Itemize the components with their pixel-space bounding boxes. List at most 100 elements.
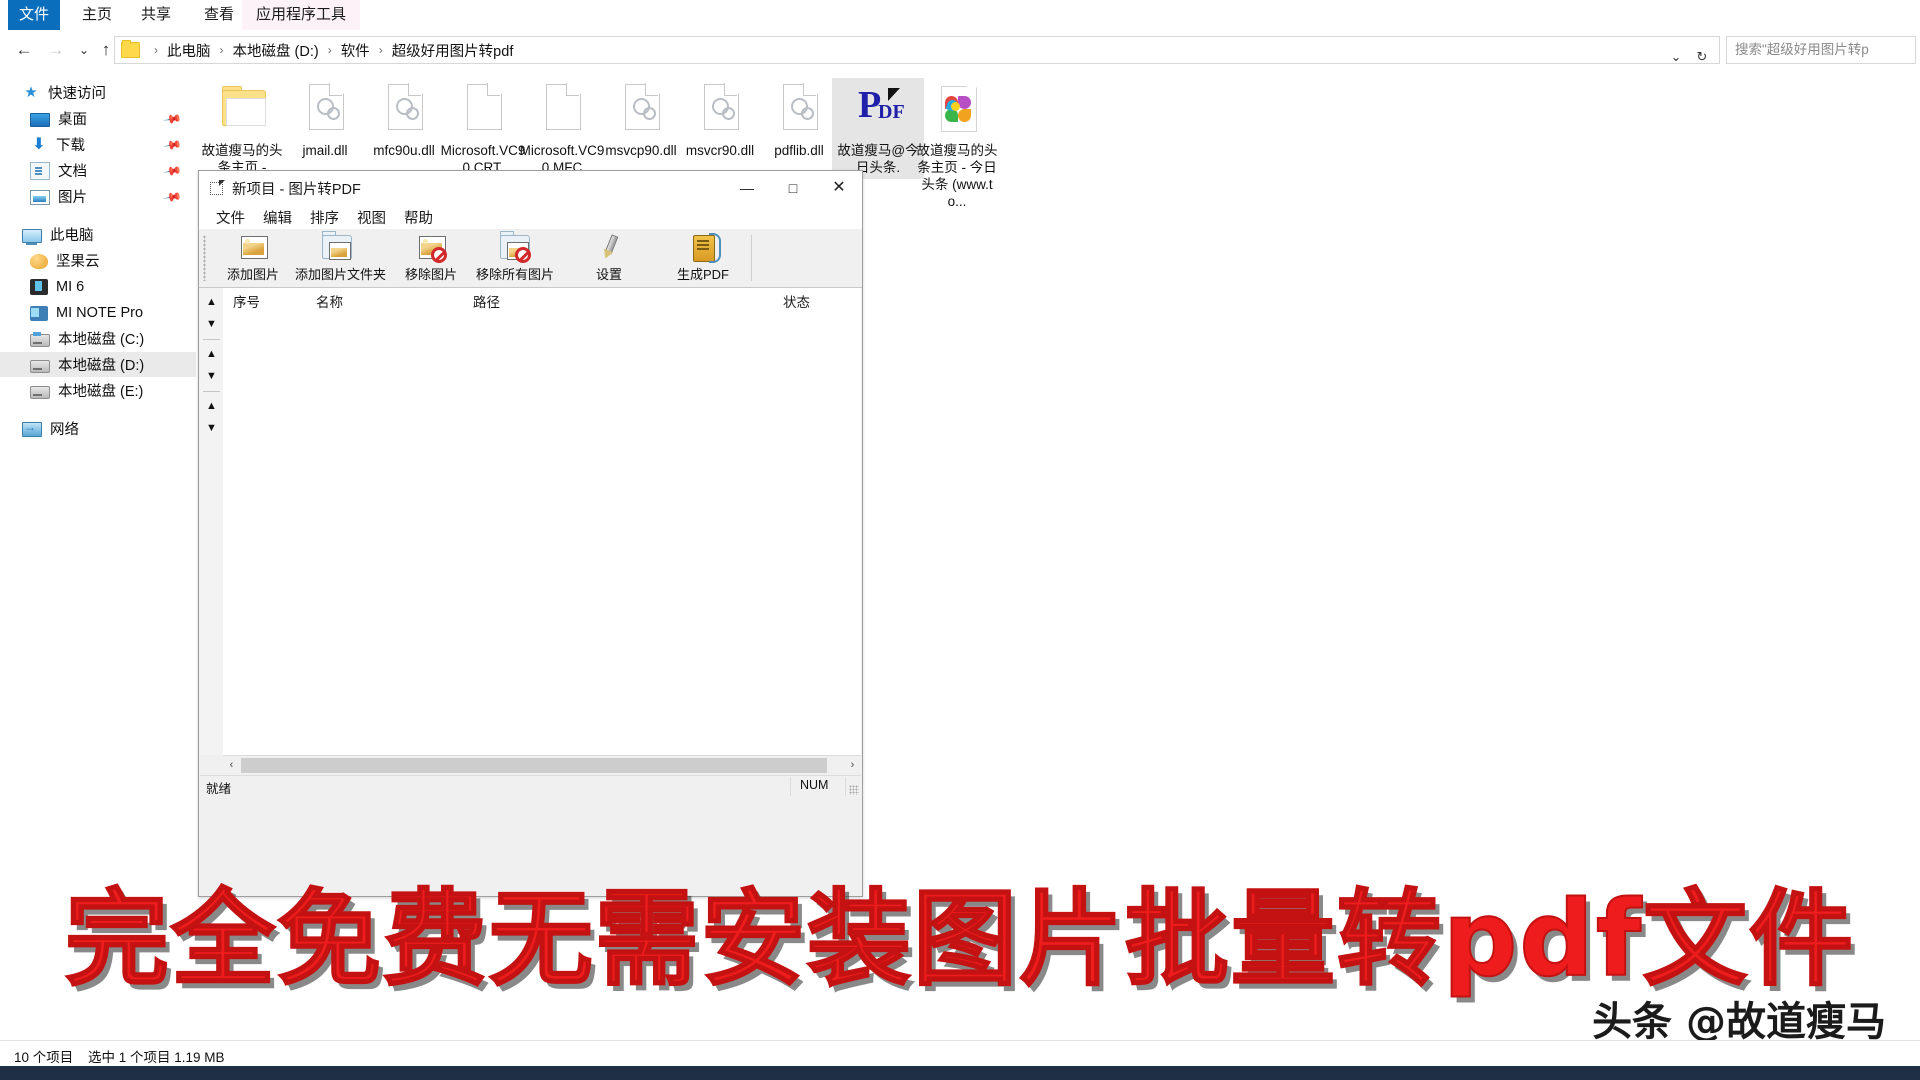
sidebar-item-documents[interactable]: 文档 📌 xyxy=(0,158,196,183)
column-index[interactable]: 序号 xyxy=(233,291,260,311)
desktop-icon xyxy=(30,113,50,127)
headline-overlay: 完全免费无需安装图片批量转pdf文件 xyxy=(64,878,1856,1000)
move-up-step-icon[interactable]: ▲ xyxy=(202,344,221,365)
file-name: jmail.dll xyxy=(302,143,348,158)
column-status[interactable]: 状态 xyxy=(783,291,810,311)
sidebar-item-nutstore[interactable]: 坚果云 xyxy=(0,248,196,273)
sidebar-item-network[interactable]: 网络 xyxy=(0,416,196,441)
move-down-step-icon[interactable]: ▼ xyxy=(202,366,221,387)
chevron-down-icon[interactable]: ⌄ xyxy=(1663,44,1689,70)
menu-item-edit[interactable]: 编辑 xyxy=(254,207,301,228)
pin-icon: 📌 xyxy=(162,134,183,156)
order-buttons-strip: ▲ ▼ ▲ ▼ ▲ ▼ xyxy=(200,288,224,755)
toolbar-grip[interactable] xyxy=(203,235,206,281)
image-list-body[interactable] xyxy=(223,312,861,755)
generate-pdf-button[interactable]: 生成PDF xyxy=(661,233,745,283)
breadcrumb-item-2[interactable]: 软件 xyxy=(339,40,372,61)
close-button[interactable]: ✕ xyxy=(816,171,862,205)
num-lock-indicator: NUM xyxy=(800,778,829,792)
file-name: 故道瘦马的头条主页 - 今日头条 (www.to... xyxy=(916,143,998,209)
address-bar: ← → ⌄ ↑ › 此电脑 › 本地磁盘 (D:) › 软件 › 超级好用图片转… xyxy=(0,30,1920,70)
dll-icon xyxy=(613,82,669,138)
pin-icon: 📌 xyxy=(162,186,183,208)
recent-locations-icon[interactable]: ⌄ xyxy=(72,38,96,62)
blank-file-icon xyxy=(455,82,511,138)
breadcrumb-separator-1: › xyxy=(219,43,224,57)
column-name[interactable]: 名称 xyxy=(316,291,343,311)
selection-info: 选中 1 个项目 1.19 MB xyxy=(88,1050,225,1065)
pinwheel-image-icon xyxy=(929,82,985,138)
move-down-icon[interactable]: ▼ xyxy=(202,314,221,335)
remove-image-button[interactable]: 移除图片 xyxy=(389,233,473,283)
add-image-button[interactable]: 添加图片 xyxy=(211,233,295,283)
divider xyxy=(203,391,220,392)
back-icon[interactable]: ← xyxy=(12,38,36,62)
scrollbar-thumb[interactable] xyxy=(241,758,827,773)
minimize-button[interactable]: — xyxy=(724,171,770,205)
maximize-button[interactable]: □ xyxy=(770,171,816,205)
sidebar-item-label: 图片 xyxy=(58,190,87,206)
breadcrumb[interactable]: › 此电脑 › 本地磁盘 (D:) › 软件 › 超级好用图片转pdf ⌄ ↻ xyxy=(114,36,1720,64)
add-image-folder-icon xyxy=(321,231,353,263)
scroll-right-icon[interactable]: › xyxy=(844,756,861,775)
blank-file-icon xyxy=(534,82,590,138)
document-icon xyxy=(30,162,50,180)
watermark: 头条 @故道瘦马 xyxy=(1592,999,1886,1045)
pictures-icon xyxy=(30,190,50,205)
tab-application-tools[interactable]: 应用程序工具 xyxy=(242,0,361,30)
sidebar-item-label: 本地磁盘 (C:) xyxy=(58,332,145,348)
move-bottom-icon[interactable]: ▼ xyxy=(202,418,221,439)
file-name: msvcr90.dll xyxy=(685,143,755,158)
pin-icon: 📌 xyxy=(162,160,183,182)
tab-file[interactable]: 文件 xyxy=(8,0,60,30)
dll-icon xyxy=(376,82,432,138)
menu-item-sort[interactable]: 排序 xyxy=(301,207,348,228)
tab-share[interactable]: 共享 xyxy=(127,0,185,30)
sidebar-item-mi6[interactable]: MI 6 xyxy=(0,274,196,299)
search-input[interactable]: 搜索"超级好用图片转p xyxy=(1726,36,1916,64)
file-item[interactable]: 故道瘦马的头条主页 - xyxy=(196,78,288,179)
folder-icon xyxy=(214,82,270,138)
scroll-left-icon[interactable]: ‹ xyxy=(223,756,240,775)
sidebar-item-desktop[interactable]: 桌面 📌 xyxy=(0,106,196,131)
remove-all-images-button[interactable]: 移除所有图片 xyxy=(473,231,557,283)
nutstore-icon xyxy=(30,254,48,269)
breadcrumb-item-1[interactable]: 本地磁盘 (D:) xyxy=(231,40,321,61)
move-top-icon[interactable]: ▲ xyxy=(202,396,221,417)
item-count: 10 个项目 xyxy=(14,1050,74,1065)
add-image-icon xyxy=(237,233,269,263)
image-to-pdf-window[interactable]: 新项目 - 图片转PDF — □ ✕ 文件 编辑 排序 视图 帮助 添加图片 添… xyxy=(198,170,863,897)
forward-icon[interactable]: → xyxy=(44,38,68,62)
status-text: 就绪 xyxy=(206,782,232,796)
sidebar-item-mi-note-pro[interactable]: MI NOTE Pro xyxy=(0,300,196,325)
tab-view[interactable]: 查看 xyxy=(190,0,248,30)
generate-pdf-icon xyxy=(687,233,721,263)
menu-item-view[interactable]: 视图 xyxy=(348,207,395,228)
sidebar-item-drive-c[interactable]: 本地磁盘 (C:) xyxy=(0,326,196,351)
resize-grip[interactable] xyxy=(849,785,859,795)
sidebar-item-pictures[interactable]: 图片 📌 xyxy=(0,184,196,209)
pin-icon: 📌 xyxy=(162,108,183,130)
app-status-bar: 就绪 NUM xyxy=(200,775,861,797)
menu-item-file[interactable]: 文件 xyxy=(207,207,254,228)
sidebar-item-downloads[interactable]: ⬇ 下载 📌 xyxy=(0,132,196,157)
menu-item-help[interactable]: 帮助 xyxy=(395,207,442,228)
tab-home[interactable]: 主页 xyxy=(68,0,126,30)
window-title: 新项目 - 图片转PDF xyxy=(232,181,361,198)
column-path[interactable]: 路径 xyxy=(473,291,500,311)
breadcrumb-item-3[interactable]: 超级好用图片转pdf xyxy=(390,40,516,61)
window-title-bar[interactable]: 新项目 - 图片转PDF — □ ✕ xyxy=(199,171,862,205)
breadcrumb-item-0[interactable]: 此电脑 xyxy=(165,40,213,61)
add-image-folder-button[interactable]: 添加图片文件夹 xyxy=(295,231,386,283)
network-icon xyxy=(22,420,42,437)
file-item[interactable]: 故道瘦马的头条主页 - 今日头条 (www.to... xyxy=(911,78,1003,213)
horizontal-scrollbar[interactable]: ‹ › xyxy=(223,755,861,775)
move-up-icon[interactable]: ▲ xyxy=(202,292,221,313)
drive-icon xyxy=(30,359,50,373)
settings-button[interactable]: 设置 xyxy=(567,233,651,283)
sidebar-item-this-pc[interactable]: 此电脑 xyxy=(0,222,196,247)
sidebar-item-drive-d[interactable]: 本地磁盘 (D:) xyxy=(0,352,196,377)
refresh-icon[interactable]: ↻ xyxy=(1689,44,1715,70)
sidebar-item-quick-access[interactable]: ★ 快速访问 xyxy=(0,80,196,105)
sidebar-item-drive-e[interactable]: 本地磁盘 (E:) xyxy=(0,378,196,403)
